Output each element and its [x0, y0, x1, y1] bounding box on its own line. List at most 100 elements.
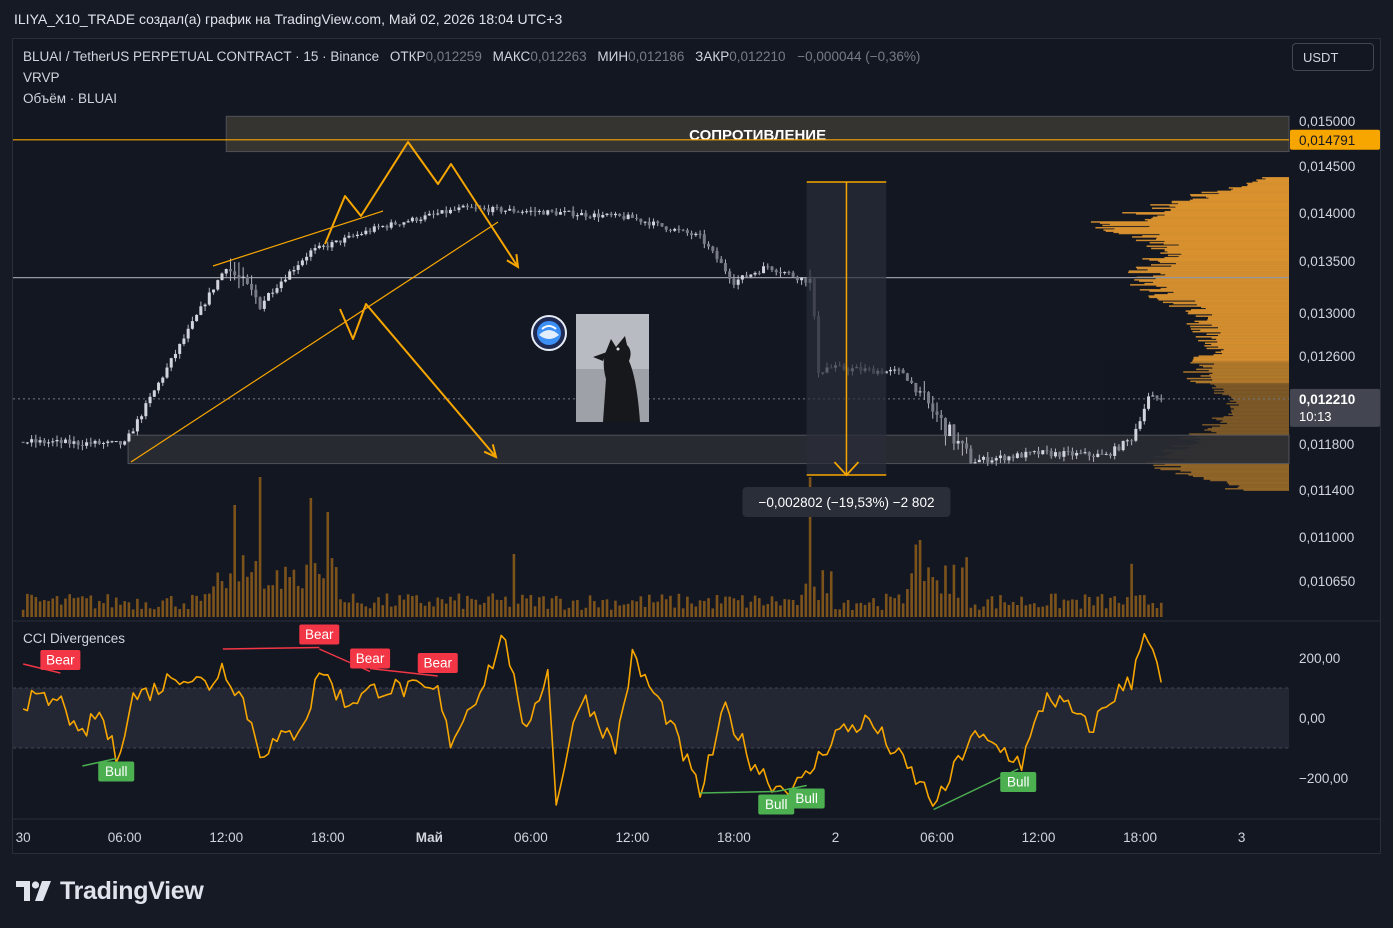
volume-bar	[203, 594, 207, 617]
drawings	[130, 141, 520, 463]
candle-body	[952, 424, 956, 444]
candle-body	[533, 210, 537, 212]
volume-bar	[254, 561, 258, 617]
volume-bar	[334, 567, 338, 617]
indicator-volume-label[interactable]: Объём · BLUAI	[23, 88, 920, 109]
candle-body	[444, 210, 448, 214]
volume-bar	[64, 598, 67, 617]
volume-bar	[106, 594, 110, 617]
candle-body	[63, 439, 67, 444]
candle-body	[677, 228, 681, 230]
vrvp-bin	[1215, 351, 1289, 354]
candle-body	[322, 245, 326, 247]
volume-bar	[59, 604, 63, 617]
volume-bar	[1037, 607, 1040, 617]
volume-bar	[157, 606, 160, 617]
volume-bar	[1049, 593, 1053, 617]
candle-body	[182, 338, 186, 344]
volume-bar	[525, 598, 528, 617]
time-axis-tick: 06:00	[108, 830, 142, 845]
trend-line-upper[interactable]	[212, 210, 384, 267]
vrvp-bin	[1175, 472, 1289, 475]
zigzag-path-lower[interactable]	[339, 303, 497, 458]
volume-bar	[364, 606, 368, 617]
candle-body	[207, 292, 211, 305]
volume-bar	[271, 585, 275, 617]
candle-body	[1028, 451, 1032, 453]
candle-body	[38, 440, 42, 443]
candle-body	[719, 258, 723, 264]
volume-bar	[1041, 606, 1045, 617]
volume-bar	[385, 593, 389, 617]
volume-bar	[783, 599, 786, 617]
volume-bar	[178, 609, 181, 617]
vrvp-bin	[1220, 350, 1289, 352]
volume-bar	[504, 596, 507, 617]
candle-body	[233, 271, 237, 276]
volume-bar	[389, 606, 393, 617]
candle-body	[922, 391, 926, 393]
candle-body	[1108, 453, 1112, 456]
candle-body	[626, 214, 630, 220]
chart-canvas[interactable]: СОПРОТИВЛЕНИЕ −0,002802 (−19,53%) −2 802…	[13, 39, 1380, 853]
candle-body	[440, 210, 444, 214]
indicator-vrvp-label[interactable]: VRVP	[23, 67, 920, 88]
volume-bar	[741, 595, 744, 617]
candle-body	[55, 439, 59, 442]
open-label: ОТКР	[389, 49, 426, 64]
time-axis-tick: 06:00	[920, 830, 954, 845]
candle-body	[76, 441, 80, 445]
tradingview-wordmark[interactable]: TradingView	[60, 877, 204, 906]
candle-body	[1087, 452, 1091, 456]
volume-bar	[762, 605, 765, 617]
candle-body	[334, 240, 338, 243]
volume-bar	[402, 599, 406, 617]
bull-label: Bull	[1007, 775, 1030, 790]
volume-bar	[1054, 593, 1057, 617]
currency-button[interactable]: USDT	[1292, 43, 1374, 71]
volume-bar	[495, 599, 499, 617]
candle-body	[567, 210, 571, 212]
volume-bar	[855, 603, 858, 617]
volume-bar	[1104, 608, 1108, 617]
candle-body	[901, 370, 905, 374]
measure-label: −0,002802 (−19,53%) −2 802	[758, 495, 934, 510]
volume-bar	[779, 605, 782, 617]
volume-bar	[351, 593, 355, 617]
volume-bar	[191, 594, 194, 617]
candle-body	[499, 207, 503, 212]
volume-bar	[893, 598, 896, 617]
candle-body	[546, 210, 550, 215]
volume-bar	[703, 600, 706, 617]
candle-body	[1130, 440, 1134, 442]
volume-bar	[360, 603, 363, 617]
candle-body	[778, 272, 782, 274]
zigzag-path-upper[interactable]	[324, 141, 519, 268]
candle-body	[110, 441, 114, 443]
volume-bar	[356, 602, 359, 617]
volume-bar	[110, 607, 114, 617]
volume-bar	[440, 599, 444, 617]
volume-bar	[68, 594, 71, 617]
volume-bar	[944, 565, 947, 617]
cci-indicator-title[interactable]: CCI Divergences	[23, 631, 125, 646]
trend-line-lower[interactable]	[130, 221, 499, 463]
candle-body	[453, 209, 457, 211]
measure-tool: −0,002802 (−19,53%) −2 802	[742, 181, 951, 518]
candle-body	[148, 396, 152, 404]
candle-body	[740, 275, 744, 280]
volume-bar	[664, 599, 668, 617]
chart-frame[interactable]: BLUAI / TetherUS PERPETUAL CONTRACT · 15…	[12, 38, 1381, 854]
volume-bar	[978, 609, 981, 617]
volume-bar	[673, 607, 676, 617]
symbol-title[interactable]: BLUAI / TetherUS PERPETUAL CONTRACT · 15…	[23, 49, 379, 64]
tradingview-logo-icon	[16, 881, 51, 901]
cci-pane: Bear Bear Bear Bear Bull Bull Bull Bull	[13, 620, 1380, 815]
candle-body	[410, 217, 414, 222]
volume-bar	[423, 605, 427, 617]
volume-bar	[643, 606, 647, 617]
candle-body	[372, 226, 376, 232]
horizontal-lines	[13, 139, 1289, 400]
volume-bar	[961, 567, 964, 617]
low-label: МИН	[597, 49, 629, 64]
